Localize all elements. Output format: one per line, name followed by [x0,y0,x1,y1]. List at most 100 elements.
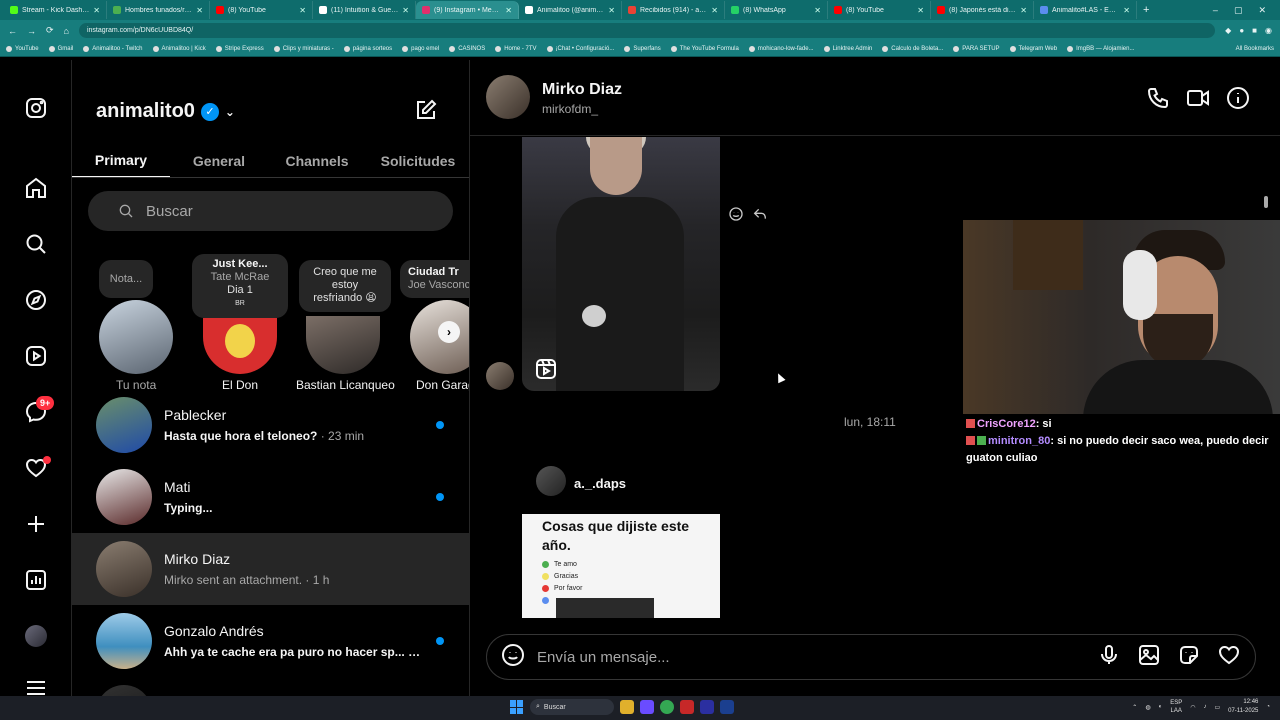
thread-item[interactable]: Mati Typing... [72,461,469,533]
shared-post-username[interactable]: a._.daps [574,476,626,491]
notes-next-arrow-icon[interactable]: › [438,321,460,343]
bookmark-item[interactable]: Stripe Express [215,45,264,52]
create-plus-icon[interactable] [24,512,48,536]
extension-icon[interactable]: ■ [1252,26,1257,35]
browser-tab[interactable]: Animalito#LAS - Estadística ✕ [1034,1,1137,19]
profile-icon[interactable]: ◉ [1265,26,1272,35]
browser-tab[interactable]: (8) YouTube ✕ [828,1,931,19]
back-icon[interactable]: ← [8,26,17,36]
taskbar-app-icon[interactable] [640,700,654,714]
bookmark-item[interactable]: The YouTube Formula [670,45,739,52]
browser-tab[interactable]: Hombres funados/rancios✕ [107,1,210,19]
thread-item[interactable]: Pablecker Hasta que hora el teloneo? · 23… [72,389,469,461]
info-icon[interactable] [1226,86,1250,110]
browser-tab[interactable]: (8) Japonés está difundiendo ✕ [931,1,1034,19]
tab-close-icon[interactable]: ✕ [608,6,615,15]
video-call-icon[interactable] [1186,86,1210,110]
react-emoji-icon[interactable] [728,206,744,227]
bookmark-item[interactable]: Home - 7TV [495,45,537,52]
maximize-icon[interactable]: ▢ [1234,5,1243,16]
note-bubble-music[interactable]: Ciudad Tr Joe Vasconc [400,260,469,298]
browser-tab[interactable]: (8) YouTube ✕ [210,1,313,19]
reply-icon[interactable] [752,206,768,227]
forward-icon[interactable]: → [27,26,36,36]
message-input[interactable]: Envía un mensaje... [537,649,1097,666]
bookmark-item[interactable]: Animalitoo | Kick [152,45,206,52]
dashboard-chart-icon[interactable] [24,568,48,592]
bookmark-item[interactable]: Superfans [624,45,661,52]
explore-nav-icon[interactable] [24,288,48,312]
browser-tab[interactable]: Stream - Kick Dashboard ✕ [4,1,107,19]
search-nav-icon[interactable] [24,232,48,256]
avatar[interactable] [203,318,277,374]
wifi-icon[interactable]: ◠ [1190,704,1195,711]
tab-channels[interactable]: Channels [268,144,366,177]
chat-avatar[interactable] [486,75,530,119]
browser-tab[interactable]: (9) Instagram • Mensajes ✕ [416,1,519,19]
thread-item[interactable]: Mirko Diaz Mirko sent an attachment. · 1 … [72,533,469,605]
tab-close-icon[interactable]: ✕ [196,6,203,15]
bookmark-item[interactable]: ImgBB — Alojamien... [1067,45,1134,52]
tab-close-icon[interactable]: ✕ [93,6,100,15]
shared-post-avatar[interactable] [536,466,566,496]
all-bookmarks-button[interactable]: All Bookmarks [1236,46,1274,52]
tab-close-icon[interactable]: ✕ [814,6,821,15]
shared-post-attachment[interactable]: Cosas que dijiste este año. Te amo Gracia… [522,514,720,618]
message-composer[interactable]: Envía un mensaje... [486,634,1256,680]
browser-tab[interactable]: (8) WhatsApp ✕ [725,1,828,19]
profile-avatar[interactable] [24,624,48,648]
note-bubble[interactable]: Creo que me estoy resfriando 😫 [299,260,391,312]
windows-start-icon[interactable] [510,700,524,714]
bookmark-item[interactable]: pago emel [402,45,439,52]
bookmark-item[interactable]: PARA SETUP [953,45,1000,52]
taskbar-app-icon[interactable] [680,700,694,714]
bookmark-item[interactable]: Clips y miniaturas - [273,45,334,52]
tray-app-icon[interactable]: ◐ [1159,704,1163,710]
home-icon[interactable]: ⌂ [64,26,69,36]
bookmark-item[interactable]: Gmail [48,45,73,52]
bookmark-item[interactable]: CASINOS [449,45,485,52]
tab-close-icon[interactable]: ✕ [1123,6,1130,15]
sender-avatar[interactable] [486,362,514,390]
tab-primary[interactable]: Primary [72,144,170,177]
new-tab-icon[interactable]: + [1137,4,1155,16]
bookmark-item[interactable]: Calculo de Boleta... [882,45,943,52]
tab-close-icon[interactable]: ✕ [505,6,512,15]
tab-close-icon[interactable]: ✕ [917,6,924,15]
bookmark-item[interactable]: Animalitoo - Twitch [83,45,143,52]
volume-icon[interactable]: ♪ [1203,704,1206,710]
microphone-icon[interactable] [1097,643,1121,672]
note-bubble-music[interactable]: Just Kee... Tate McRae Dia 1 BR [192,254,288,318]
account-switcher[interactable]: animalito0 ✓ ⌄ [96,100,235,123]
tab-close-icon[interactable]: ✕ [299,6,306,15]
sticker-icon[interactable] [1177,643,1201,672]
browser-tab[interactable]: Animalitoo (@animalitoo) ✕ [519,1,622,19]
chat-username[interactable]: mirkofdm_ [542,102,598,116]
home-nav-icon[interactable] [24,176,48,200]
minimize-icon[interactable]: – [1213,5,1218,16]
tray-app-icon[interactable]: ◍ [1145,704,1150,711]
emoji-picker-icon[interactable] [501,643,525,672]
tray-chevron-icon[interactable]: ⌃ [1132,704,1137,711]
chrome-icon[interactable] [660,700,674,714]
bookmark-item[interactable]: página sorteos [343,45,392,52]
extension-icon[interactable]: ● [1239,26,1244,35]
scrollbar-thumb[interactable] [1264,196,1268,208]
search-input[interactable]: Buscar [88,191,453,231]
note-bubble[interactable]: Nota... [99,260,153,298]
like-heart-icon[interactable] [1217,643,1241,672]
tab-general[interactable]: General [170,144,268,177]
notification-bell-icon[interactable]: ◔ [1266,704,1270,710]
clock[interactable]: 12:46 07-11-2025 [1228,698,1258,716]
reels-nav-icon[interactable] [24,344,48,368]
phone-call-icon[interactable] [1146,86,1170,110]
bookmark-item[interactable]: Telegram Web [1009,45,1057,52]
bookmark-item[interactable]: mohicano-low-fade... [748,45,814,52]
avatar[interactable] [306,316,380,374]
tab-solicitudes[interactable]: Solicitudes [366,144,469,177]
image-upload-icon[interactable] [1137,643,1161,672]
chat-name[interactable]: Mirko Diaz [542,81,622,99]
browser-tab[interactable]: (11) Intuition & Guessing✕ [313,1,416,19]
new-message-icon[interactable] [414,98,438,122]
thread-item[interactable]: Gonzalo Andrés Ahh ya te cache era pa pur… [72,605,469,677]
